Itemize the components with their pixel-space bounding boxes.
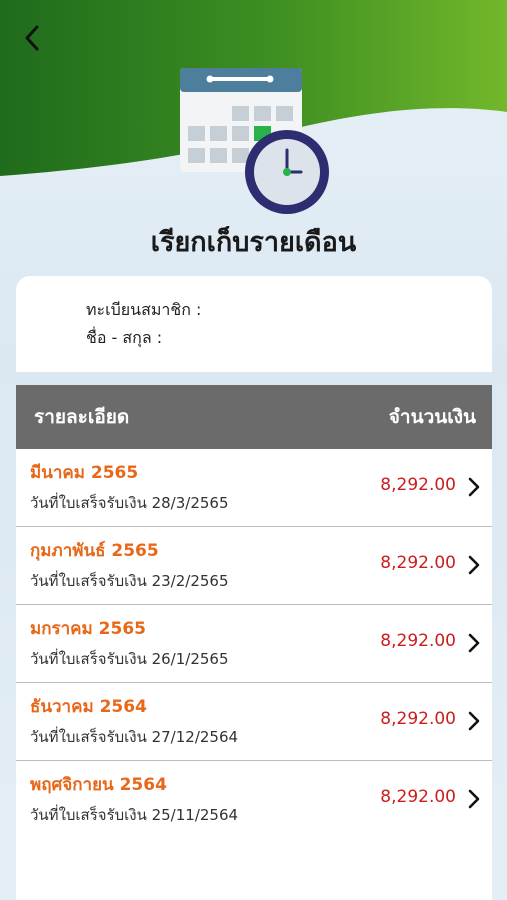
name-label: ชื่อ - สกุล : (86, 328, 163, 347)
member-info-card: ทะเบียนสมาชิก : ชื่อ - สกุล : (16, 276, 492, 372)
billing-row[interactable]: มีนาคม 2565 วันที่ใบเสร็จรับเงิน 28/3/25… (16, 449, 492, 527)
receipt-date: วันที่ใบเสร็จรับเงิน 28/3/2565 (30, 494, 229, 512)
receipt-date: วันที่ใบเสร็จรับเงิน 25/11/2564 (30, 806, 239, 824)
billing-month: กุมภาพันธ์ 2565 (30, 541, 159, 561)
receipt-date: วันที่ใบเสร็จรับเงิน 27/12/2564 (30, 728, 239, 746)
billing-row[interactable]: มกราคม 2565 วันที่ใบเสร็จรับเงิน 26/1/25… (16, 605, 492, 683)
chevron-right-icon (468, 633, 480, 653)
table-header: รายละเอียด จำนวนเงิน (16, 385, 492, 449)
column-detail-header: รายละเอียด (34, 406, 130, 428)
registration-label: ทะเบียนสมาชิก : (86, 300, 202, 319)
billing-month: มีนาคม 2565 (30, 463, 139, 483)
page-title: เรียกเก็บรายเดือน (150, 227, 357, 258)
billing-amount: 8,292.00 (380, 787, 456, 807)
billing-row[interactable]: พฤศจิกายน 2564 วันที่ใบเสร็จรับเงิน 25/1… (16, 761, 492, 839)
chevron-right-icon (468, 711, 480, 731)
billing-row[interactable]: ธันวาคม 2564 วันที่ใบเสร็จรับเงิน 27/12/… (16, 683, 492, 761)
billing-month: พฤศจิกายน 2564 (30, 775, 167, 795)
chevron-right-icon (468, 555, 480, 575)
billing-month: ธันวาคม 2564 (30, 697, 147, 717)
calendar-clock-icon (180, 68, 329, 214)
billing-amount: 8,292.00 (380, 709, 456, 729)
chevron-right-icon (468, 789, 480, 809)
billing-month: มกราคม 2565 (30, 619, 146, 639)
chevron-left-icon (25, 25, 39, 51)
billing-list: รายละเอียด จำนวนเงิน มีนาคม 2565 วันที่ใ… (16, 385, 492, 900)
billing-amount: 8,292.00 (380, 631, 456, 651)
column-amount-header: จำนวนเงิน (388, 406, 476, 428)
billing-row[interactable]: กุมภาพันธ์ 2565 วันที่ใบเสร็จรับเงิน 23/… (16, 527, 492, 605)
billing-amount: 8,292.00 (380, 475, 456, 495)
back-button[interactable] (14, 20, 50, 56)
receipt-date: วันที่ใบเสร็จรับเงิน 23/2/2565 (30, 572, 229, 590)
receipt-date: วันที่ใบเสร็จรับเงิน 26/1/2565 (30, 650, 229, 668)
billing-amount: 8,292.00 (380, 553, 456, 573)
chevron-right-icon (468, 477, 480, 497)
